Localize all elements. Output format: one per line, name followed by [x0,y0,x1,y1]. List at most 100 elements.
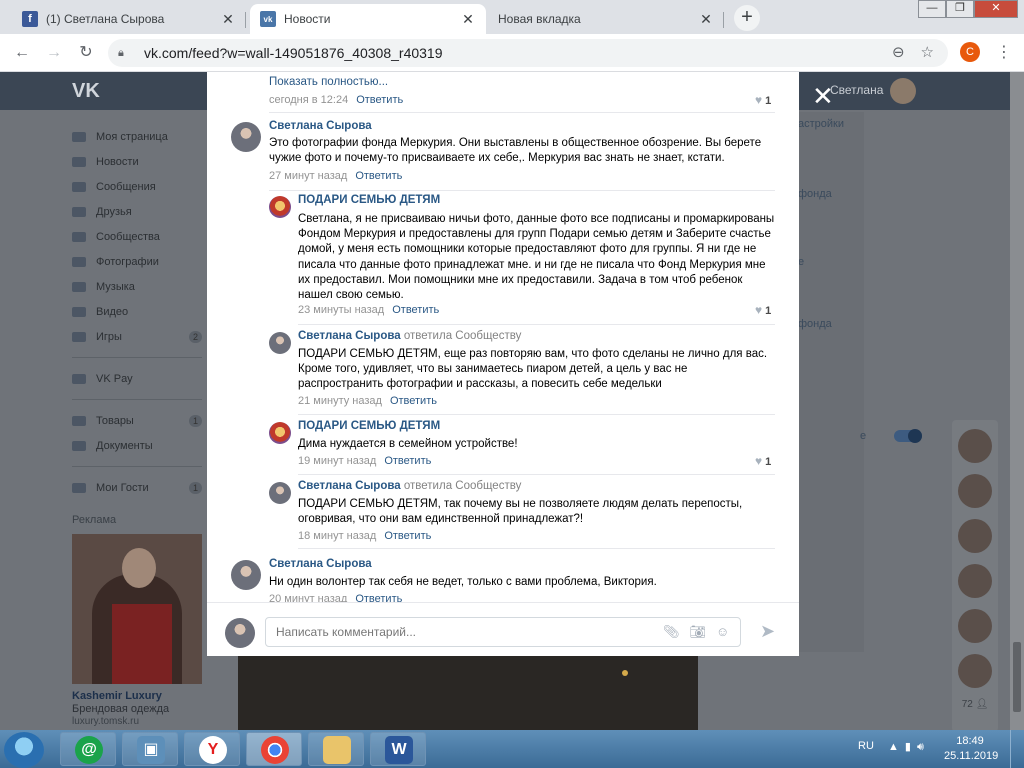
sidebar-item[interactable]: Мои Гости 1 [72,475,212,500]
sidebar-item[interactable]: Фотографии [72,249,212,274]
avatar[interactable] [890,78,916,104]
friend-avatar[interactable] [958,429,992,463]
taskbar-app-photos[interactable]: ▣ [122,732,178,766]
reply-link[interactable]: Ответить [392,304,439,316]
menu-dots-icon[interactable]: ⋮ [996,42,1012,62]
tab-vk-news[interactable]: vk Новости ✕ [250,4,486,34]
reply-link[interactable]: Ответить [390,395,437,407]
network-icon[interactable]: ▮ [905,741,917,753]
sidebar-item[interactable]: Друзья [72,199,212,224]
star-bookmark-icon[interactable]: ☆ [921,43,934,61]
new-tab-plus-icon[interactable]: + [734,5,760,31]
send-icon[interactable]: ➤ [760,621,775,642]
author-name[interactable]: Светлана Сырова [269,558,372,570]
comment-author[interactable]: Светлана Сырова [269,120,372,132]
taskbar-app-chrome[interactable] [246,732,302,766]
author-name[interactable]: Светлана Сырова [298,330,401,342]
language-indicator[interactable]: RU [858,740,874,752]
taskbar-app-explorer[interactable] [308,732,364,766]
reply-link[interactable]: Ответить [384,455,431,467]
reply-link[interactable]: Ответить [356,94,403,106]
tab-label: (1) Светлана Сырова [46,12,165,26]
friend-avatar[interactable] [958,654,992,688]
comment-author[interactable]: ПОДАРИ СЕМЬЮ ДЕТЯМ [298,194,440,206]
close-modal-icon[interactable]: ✕ [812,83,834,109]
taskbar-app-yandex[interactable]: Y [184,732,240,766]
taskbar-app-mail[interactable]: @ [60,732,116,766]
comment-author[interactable]: Светлана Сырова [269,558,372,570]
comment-author[interactable]: ПОДАРИ СЕМЬЮ ДЕТЯМ [298,420,440,432]
friend-avatar[interactable] [958,474,992,508]
zoom-icon[interactable]: ⊖ [892,43,905,61]
like-button[interactable]: ♥ 1 [755,303,771,317]
clock[interactable]: 18:49 25.11.2019 [944,734,998,764]
camera-icon[interactable]: 📷︎ [690,624,707,640]
reply-link[interactable]: Ответить [384,530,431,542]
sidebar-item[interactable]: Товары 1 [72,408,212,433]
author-name[interactable]: Светлана Сырова [298,480,401,492]
sidebar-item[interactable]: Сообщества [72,224,212,249]
friends-count[interactable]: 72 👤︎ [952,699,998,710]
sidebar-item[interactable]: VK Pay [72,366,212,391]
reply-link[interactable]: Ответить [355,170,402,182]
url-field[interactable]: 🔒︎ vk.com/feed?w=wall-149051876_40308_r4… [108,39,948,67]
sidebar-item[interactable]: Моя страница [72,124,212,149]
close-tab-icon[interactable]: ✕ [460,11,476,28]
author-name[interactable]: ПОДАРИ СЕМЬЮ ДЕТЯМ [298,420,440,432]
sidebar-item-label: Новости [96,155,139,168]
avatar[interactable] [231,560,261,590]
vk-logo-icon[interactable]: VK [72,80,100,103]
avatar[interactable] [269,422,291,444]
author-name[interactable]: Светлана Сырова [269,120,372,132]
tab-new[interactable]: Новая вкладка ✕ [488,4,724,34]
close-tab-icon[interactable]: ✕ [220,11,236,28]
avatar[interactable] [269,482,291,504]
show-more-link[interactable]: Показать полностью... [269,76,388,88]
like-button[interactable]: ♥ 1 [755,93,771,107]
maximize-icon[interactable]: ❐ [946,0,974,18]
sidebar-item[interactable]: Документы [72,433,212,458]
tray-arrow-icon[interactable]: ▲ [888,741,905,753]
avatar[interactable] [269,332,291,354]
toggle-switch[interactable] [894,429,922,443]
speaker-icon[interactable]: 🔊︎ [917,741,930,753]
ad-image[interactable] [72,534,202,684]
nav-icon [72,231,86,242]
sidebar-item[interactable]: Видео [72,299,212,324]
taskbar-app-word[interactable]: W [370,732,426,766]
ad-title[interactable]: Kashemir Luxury [72,690,162,702]
vk-user-name[interactable]: Светлана [830,83,883,97]
nav-icon [72,156,86,167]
comment-author[interactable]: Светлана Сырова ответила Сообществу [298,330,521,342]
comment-author[interactable]: Светлана Сырова ответила Сообществу [298,480,521,492]
friend-avatar[interactable] [958,519,992,553]
sidebar-item[interactable]: Игры 2 [72,324,212,349]
reload-icon[interactable]: ↻ [76,43,96,63]
sidebar-item[interactable]: Новости [72,149,212,174]
start-button[interactable] [4,732,44,768]
show-desktop-button[interactable] [1010,730,1024,768]
tab-facebook[interactable]: f (1) Светлана Сырова ✕ [12,4,246,34]
minimize-icon[interactable]: — [918,0,946,18]
back-arrow-icon[interactable]: ← [12,43,32,63]
forward-arrow-icon[interactable]: → [44,43,64,63]
like-button[interactable]: ♥ 1 [755,454,771,468]
ad-link[interactable]: luxury.tomsk.ru [72,716,139,727]
sidebar-item[interactable]: Сообщения [72,174,212,199]
comment-meta: 27 минут назад Ответить [269,170,402,182]
heart-icon: ♥ [755,93,763,107]
profile-avatar[interactable]: С [960,42,980,62]
window-close-icon[interactable]: ✕ [974,0,1018,18]
emoji-icon[interactable]: ☺ [716,624,729,640]
avatar[interactable] [231,122,261,152]
close-tab-icon[interactable]: ✕ [698,11,714,28]
friend-avatar[interactable] [958,564,992,598]
avatar[interactable] [269,196,291,218]
author-name[interactable]: ПОДАРИ СЕМЬЮ ДЕТЯМ [298,194,440,206]
sidebar-item[interactable]: Музыка [72,274,212,299]
friend-avatar[interactable] [958,609,992,643]
page-scrollbar[interactable] [1010,72,1024,730]
sidebar-item-label: Музыка [96,280,135,293]
right-panel-text: фонда [798,188,832,200]
attach-icon[interactable]: 📎︎ [663,624,680,640]
